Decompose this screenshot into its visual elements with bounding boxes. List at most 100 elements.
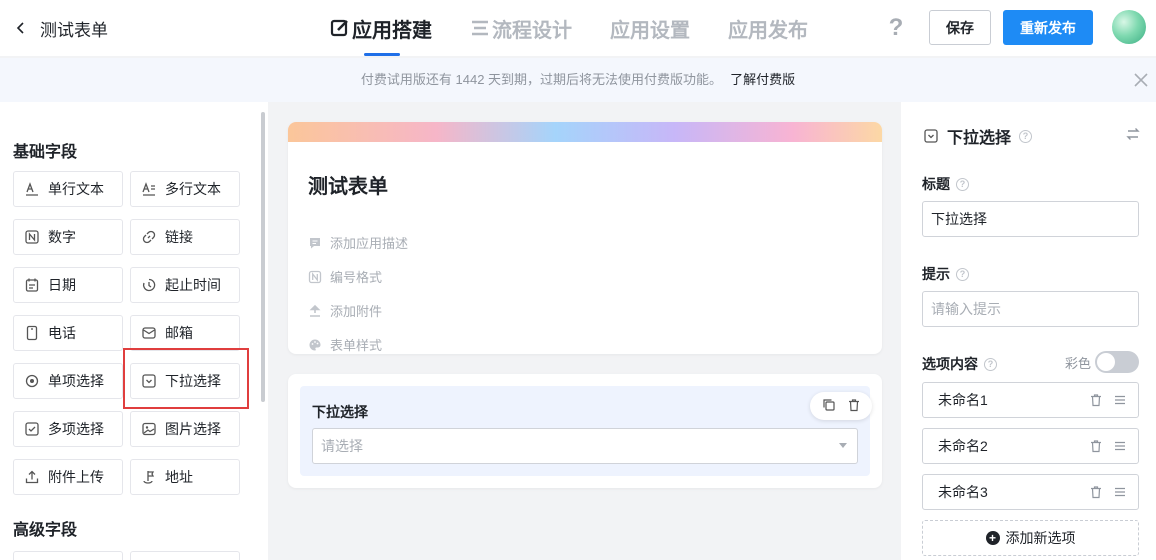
option-item[interactable]: 未命名3	[922, 474, 1139, 510]
list-icon	[470, 18, 490, 38]
checkbox-icon	[25, 422, 39, 436]
number-format-link[interactable]: 编号格式	[308, 267, 382, 286]
field-single-line-text[interactable]: 单行文本	[13, 171, 123, 207]
upload-icon	[25, 470, 39, 484]
basic-fields-title: 基础字段	[13, 144, 78, 161]
number-icon	[308, 270, 322, 283]
close-icon[interactable]	[1132, 71, 1150, 89]
tab-app-build[interactable]: 应用搭建	[330, 0, 432, 56]
form-title[interactable]: 测试表单	[308, 170, 388, 199]
delete-icon[interactable]	[847, 398, 861, 415]
radio-icon	[25, 374, 39, 388]
phone-icon	[26, 325, 38, 341]
tab-flow-design[interactable]: 流程设计	[470, 0, 572, 56]
tab-label: 应用设置	[610, 19, 690, 42]
field-phone[interactable]: 电话	[13, 315, 123, 351]
help-icon[interactable]: ?	[956, 177, 969, 191]
avatar[interactable]	[1112, 10, 1146, 44]
edit-icon	[330, 18, 350, 38]
option-item[interactable]: 未命名1	[922, 382, 1139, 418]
upload-icon	[309, 304, 321, 317]
time-range-icon	[142, 278, 156, 292]
palette-icon	[309, 339, 321, 350]
mail-icon	[142, 327, 156, 339]
options-label: 选项内容 ?	[922, 354, 997, 374]
copy-icon[interactable]	[822, 398, 836, 415]
form-header-card: 测试表单 添加应用描述 编号格式 添加附件 表单样式	[288, 122, 882, 354]
comment-icon	[310, 237, 320, 248]
tab-label: 流程设计	[492, 19, 572, 42]
color-toggle[interactable]	[1095, 351, 1139, 373]
drag-handle-icon[interactable]	[1113, 485, 1127, 499]
form-canvas: 测试表单 添加应用描述 编号格式 添加附件 表单样式 下拉选择 请选择	[268, 102, 901, 560]
switch-type-icon[interactable]	[1125, 126, 1141, 142]
dropdown-field-block[interactable]: 下拉选择 请选择	[300, 386, 872, 476]
title-input[interactable]: 下拉选择	[922, 201, 1139, 237]
app-header: 测试表单 应用搭建 流程设计 应用设置 应用发布 ? 保存 重新发布	[0, 0, 1156, 56]
number-icon	[25, 230, 39, 244]
field-multi-line-text[interactable]: 多行文本	[130, 171, 240, 207]
add-description-link[interactable]: 添加应用描述	[308, 233, 408, 252]
trash-icon[interactable]	[1089, 439, 1103, 453]
field-single-choice[interactable]: 单项选择	[13, 363, 123, 399]
single-line-text-icon	[26, 182, 38, 196]
field-link[interactable]: 链接	[130, 219, 240, 255]
hint-label: 提示 ?	[922, 264, 969, 284]
top-nav: 应用搭建 流程设计 应用设置 应用发布	[330, 0, 808, 56]
trial-notice-bar: 付费试用版还有 1442 天到期，过期后将无法使用付费版功能。 了解付费版	[0, 58, 1156, 102]
drag-handle-icon[interactable]	[1113, 393, 1127, 407]
field-address[interactable]: 地址	[130, 459, 240, 495]
field-label: 下拉选择	[312, 404, 368, 420]
palette-scrollbar[interactable]	[261, 112, 265, 402]
title-label: 标题 ?	[922, 174, 969, 194]
panel-header: 下拉选择 ?	[923, 124, 1033, 148]
color-toggle-label: 彩色	[1065, 356, 1092, 371]
hint-input[interactable]: 请输入提示	[922, 291, 1139, 327]
properties-panel: 下拉选择 ? 标题 ? 下拉选择 提示 ? 请输入提示 选项内容 ? 彩色 未命…	[901, 102, 1156, 560]
field-time-range[interactable]: 起止时间	[130, 267, 240, 303]
caret-down-icon	[839, 443, 847, 448]
trash-icon[interactable]	[1089, 393, 1103, 407]
tab-app-publish[interactable]: 应用发布	[728, 0, 808, 56]
dropdown-select[interactable]: 请选择	[312, 428, 858, 464]
location-icon	[143, 471, 155, 484]
field-image-choice[interactable]: 图片选择	[130, 411, 240, 447]
help-icon[interactable]: ?	[884, 14, 908, 42]
help-icon[interactable]: ?	[956, 267, 969, 281]
trash-icon[interactable]	[1089, 485, 1103, 499]
tab-label: 应用搭建	[352, 19, 432, 42]
field-toolbar	[810, 392, 872, 420]
field-multi-choice[interactable]: 多项选择	[13, 411, 123, 447]
add-attachment-link[interactable]: 添加附件	[308, 301, 382, 320]
form-banner	[288, 122, 882, 142]
field-advanced-2[interactable]	[130, 551, 240, 560]
republish-button[interactable]: 重新发布	[1003, 10, 1093, 45]
back-button[interactable]: 测试表单	[12, 14, 108, 42]
help-icon[interactable]: ?	[1019, 129, 1033, 143]
notice-text: 付费试用版还有 1442 天到期，过期后将无法使用付费版功能。	[360, 72, 723, 87]
help-icon[interactable]: ?	[984, 357, 997, 371]
app-title: 测试表单	[40, 20, 108, 40]
chevron-left-icon	[12, 19, 30, 37]
field-file-upload[interactable]: 附件上传	[13, 459, 123, 495]
calendar-icon	[25, 278, 39, 292]
advanced-fields-title: 高级字段	[13, 522, 78, 539]
plus-icon: +	[985, 531, 1000, 545]
field-palette: 基础字段 单行文本 多行文本 数字 链接 日期 起止时间 电话 邮箱 单项选择 …	[0, 102, 268, 560]
option-item[interactable]: 未命名2	[922, 428, 1139, 464]
add-option-button[interactable]: + 添加新选项	[922, 520, 1139, 556]
form-style-link[interactable]: 表单样式	[308, 335, 382, 354]
tab-app-settings[interactable]: 应用设置	[610, 0, 690, 56]
save-button[interactable]: 保存	[929, 10, 991, 45]
dropdown-icon	[924, 129, 938, 143]
field-advanced-1[interactable]	[13, 551, 123, 560]
field-mail[interactable]: 邮箱	[130, 315, 240, 351]
select-placeholder: 请选择	[321, 438, 363, 454]
form-field-card: 下拉选择 请选择	[288, 374, 882, 488]
field-date[interactable]: 日期	[13, 267, 123, 303]
drag-handle-icon[interactable]	[1113, 439, 1127, 453]
field-type-name: 下拉选择	[947, 130, 1012, 147]
learn-paid-link[interactable]: 了解付费版	[730, 72, 795, 87]
field-number[interactable]: 数字	[13, 219, 123, 255]
dropdown-field-highlight	[123, 348, 249, 409]
